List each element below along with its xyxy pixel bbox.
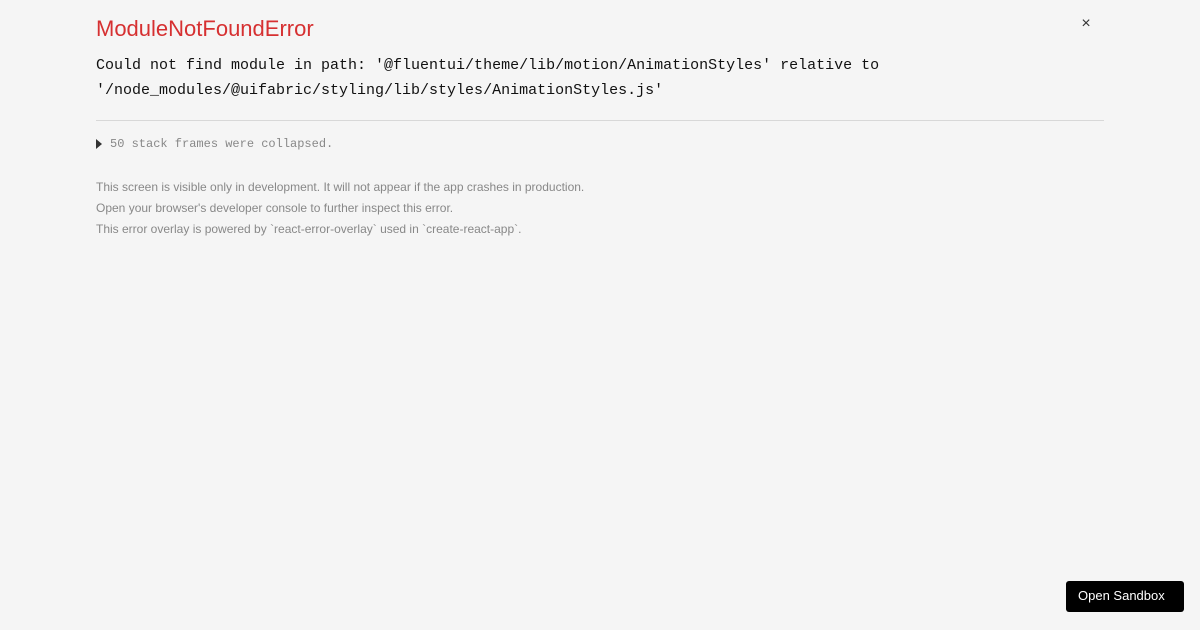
footer-line-1: This screen is visible only in developme… xyxy=(96,179,1104,196)
stack-frames-collapsed-label: 50 stack frames were collapsed. xyxy=(110,137,333,151)
close-button[interactable]: × xyxy=(1076,14,1096,34)
footer-line-2: Open your browser's developer console to… xyxy=(96,200,1104,217)
open-sandbox-button[interactable]: Open Sandbox xyxy=(1066,581,1184,612)
expand-triangle-icon xyxy=(96,139,102,149)
error-title: ModuleNotFoundError xyxy=(96,16,1104,42)
error-overlay: × ModuleNotFoundError Could not find mod… xyxy=(0,0,1200,239)
footer-hint: This screen is visible only in developme… xyxy=(96,179,1104,239)
footer-line-3: This error overlay is powered by `react-… xyxy=(96,221,1104,238)
divider xyxy=(96,120,1104,121)
error-message: Could not find module in path: '@fluentu… xyxy=(96,54,1104,104)
close-icon: × xyxy=(1081,16,1090,32)
stack-frames-toggle[interactable]: 50 stack frames were collapsed. xyxy=(96,137,1104,151)
